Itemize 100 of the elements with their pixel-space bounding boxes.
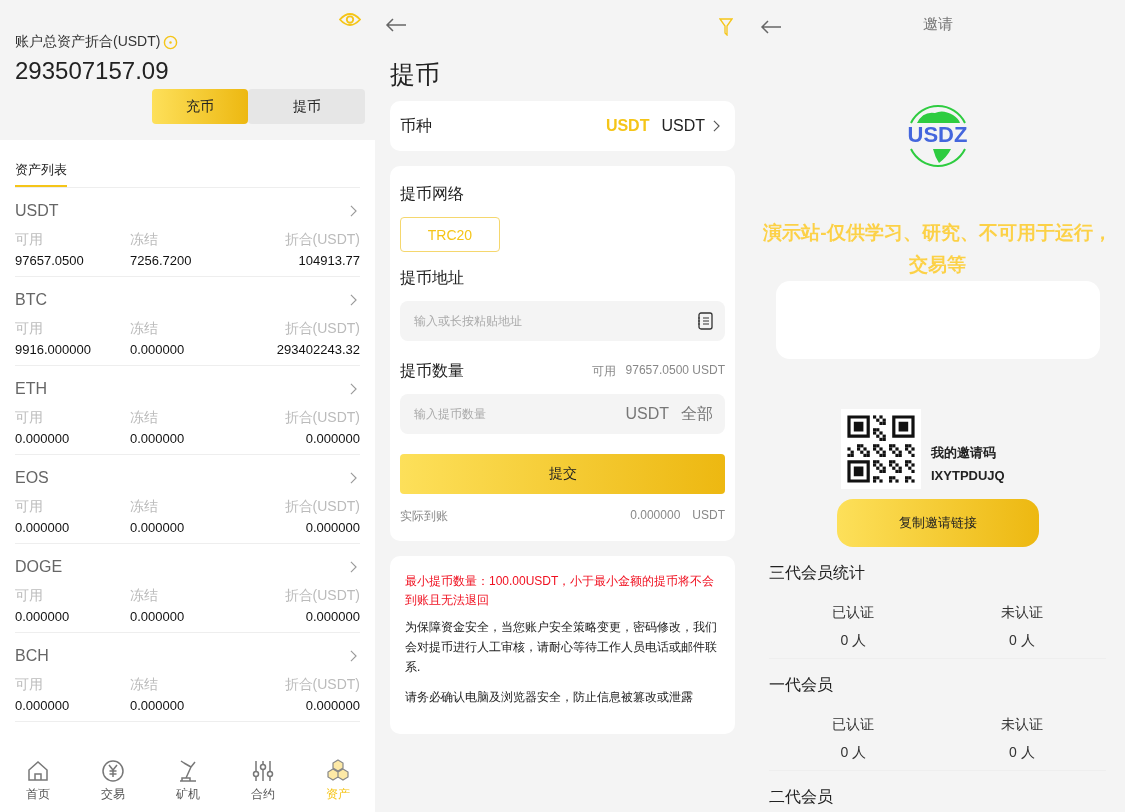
address-label: 提币地址 [400, 268, 465, 288]
chevron-right-icon[interactable] [350, 650, 357, 662]
unverified-count: 0 人 [1008, 632, 1035, 650]
asset-name[interactable]: DOGE [15, 558, 63, 576]
available-label: 可用 [15, 231, 44, 249]
available-label: 可用 [15, 498, 44, 516]
amount-field[interactable]: 输入提币数量 USDT 全部 [400, 394, 725, 434]
frozen-value: 0.000000 [130, 609, 186, 624]
cubes-icon [324, 759, 351, 783]
received-unit: USDT [692, 508, 725, 524]
notepad-icon[interactable] [697, 312, 713, 330]
sliders-icon [250, 759, 275, 783]
asset-list-tab[interactable]: 资产列表 [15, 161, 67, 187]
coin-selector[interactable]: 币种 USDT USDT [390, 101, 735, 151]
available-value: 0.000000 [15, 520, 71, 535]
nav-item[interactable]: 矿机 [157, 759, 218, 803]
frozen-label: 冻结 [130, 320, 159, 338]
worth-value: 0.000000 [305, 431, 360, 446]
available-label: 可用 [591, 363, 616, 380]
amount-label: 提币数量 [400, 361, 464, 381]
frozen-label: 冻结 [130, 676, 159, 694]
frozen-label: 冻结 [130, 409, 159, 427]
worth-label: 折合(USDT) [284, 587, 360, 605]
verified-count: 0 人 [840, 632, 867, 650]
eye-icon[interactable] [339, 12, 361, 27]
address-input[interactable]: 输入或长按粘贴地址 [412, 313, 685, 329]
unverified-label: 未认证 [1000, 716, 1043, 734]
address-field[interactable]: 输入或长按粘贴地址 [400, 301, 725, 341]
back-arrow-icon[interactable] [385, 18, 407, 32]
received-label: 实际到账 [400, 508, 448, 525]
worth-label: 折合(USDT) [284, 320, 360, 338]
amount-input[interactable]: 输入提币数量 [412, 406, 614, 422]
chevron-right-icon[interactable] [350, 294, 357, 306]
demo-banner-text: 演示站-仅供学习、研究、不可用于运行，交易等 [762, 221, 1113, 278]
chevron-right-icon[interactable] [350, 472, 357, 484]
frozen-value: 0.000000 [130, 698, 186, 713]
frozen-label: 冻结 [130, 231, 159, 249]
action-button[interactable]: 提币 [248, 89, 365, 124]
frozen-label: 冻结 [130, 587, 159, 605]
notice-text: 为保障资金安全，当您账户安全策略变更，密码修改，我们会对提币进行人工审核，请耐心等待工作人员电话或邮件联系. [405, 619, 718, 676]
info-icon[interactable] [163, 34, 179, 50]
back-arrow-icon[interactable] [760, 19, 782, 34]
nav-item[interactable]: 首页 [7, 759, 68, 803]
available-value: 0.000000 [15, 698, 71, 713]
section-title: 一代会员 [769, 675, 834, 695]
warning-text: 最小提币数量：100.00USDT，小于最小金额的提币将不会到账且无法退回 [405, 573, 716, 610]
notice-text: 请务必确认电脑及浏览器安全，防止信息被篡改或泄露 [405, 688, 694, 706]
asset-name[interactable]: BTC [15, 291, 47, 309]
unverified-count: 0 人 [1008, 744, 1035, 762]
invite-code-label: 我的邀请码 [931, 443, 997, 462]
verified-label: 已认证 [832, 716, 875, 734]
frozen-value: 7256.7200 [130, 253, 193, 268]
section-title: 二代会员 [769, 787, 834, 807]
available-value: 97657.0500 [15, 253, 85, 268]
worth-label: 折合(USDT) [284, 409, 360, 427]
invite-code: IXYTPDUJQ [931, 467, 1005, 483]
nav-label: 合约 [250, 786, 275, 803]
yen-coin-icon [100, 759, 125, 783]
nav-label: 资产 [325, 786, 350, 803]
available-label: 可用 [15, 676, 44, 694]
frozen-value: 0.000000 [130, 342, 186, 357]
nav-label: 交易 [100, 786, 125, 803]
house-icon [25, 759, 50, 783]
worth-label: 折合(USDT) [284, 231, 360, 249]
verified-count: 0 人 [840, 744, 867, 762]
chevron-right-icon[interactable] [350, 561, 357, 573]
available-value: 9916.000000 [15, 342, 92, 357]
page-title: 提币 [389, 59, 441, 90]
nav-item[interactable]: 交易 [82, 759, 143, 803]
available-value: 0.000000 [15, 431, 71, 446]
received-value: 0.000000 [630, 508, 681, 524]
worth-label: 折合(USDT) [284, 676, 360, 694]
worth-value: 104913.77 [298, 253, 360, 268]
asset-name[interactable]: BCH [15, 647, 49, 665]
worth-value: 0.000000 [305, 698, 360, 713]
chevron-right-icon [713, 120, 720, 132]
available-label: 可用 [15, 587, 44, 605]
chevron-right-icon[interactable] [350, 205, 357, 217]
available-label: 可用 [15, 320, 44, 338]
network-label: 提币网络 [400, 184, 465, 204]
asset-name[interactable]: ETH [15, 380, 47, 398]
page-title: 邀请 [921, 15, 954, 34]
total-assets-value: 293507157.09 [15, 57, 170, 85]
worth-label: 折合(USDT) [284, 498, 360, 516]
action-button[interactable]: 充币 [152, 89, 248, 124]
section-title: 三代会员统计 [769, 563, 866, 583]
available-amount: 97657.0500 USDT [625, 363, 725, 379]
nav-item[interactable]: 合约 [232, 759, 293, 803]
nav-label: 矿机 [175, 786, 200, 803]
verified-label: 已认证 [832, 604, 875, 622]
worth-value: 293402243.32 [276, 342, 360, 357]
asset-name[interactable]: EOS [15, 469, 49, 487]
chevron-right-icon[interactable] [350, 383, 357, 395]
asset-name[interactable]: USDT [15, 202, 59, 220]
total-assets-label: 账户总资产折合(USDT) [15, 33, 161, 51]
copy-link-button[interactable]: 复制邀请链接 [836, 498, 1039, 547]
filter-icon[interactable] [719, 18, 733, 36]
available-value: 0.000000 [15, 609, 71, 624]
available-label: 可用 [15, 409, 44, 427]
submit-button[interactable]: 提交 [400, 454, 725, 494]
